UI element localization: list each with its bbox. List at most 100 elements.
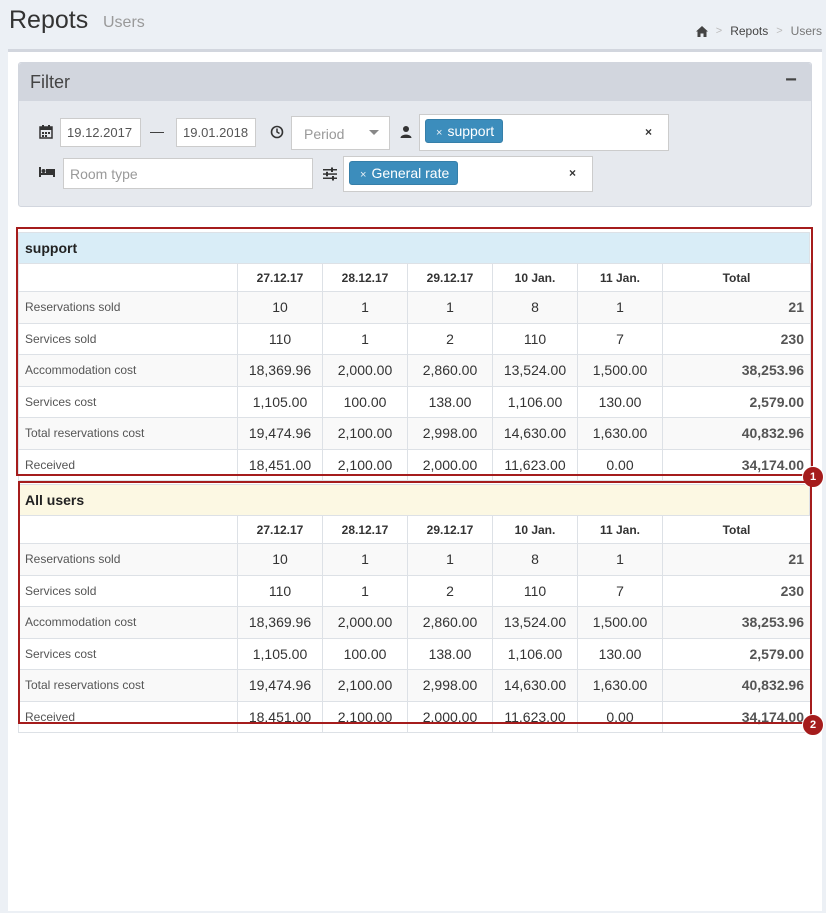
column-header: 11 Jan.	[577, 515, 663, 544]
table-cell: 100.00	[322, 385, 408, 418]
collapse-button[interactable]: −	[783, 70, 799, 90]
table-row: Services cost 1,105.00 100.00 138.00 1,106.0…	[18, 637, 811, 670]
table-row: Received 18,451.00 2,100.00 2,000.00 11,623.…	[18, 448, 811, 481]
total-cell: 38,253.96	[662, 354, 811, 387]
user-icon	[400, 126, 412, 138]
group-title: All users	[18, 484, 810, 515]
table-cell: 1	[577, 291, 663, 324]
table-row: Accommodation cost 18,369.96 2,000.00 2,860…	[18, 354, 811, 387]
row-label: Services sold	[18, 322, 238, 355]
date-range-separator: —	[150, 123, 164, 139]
filter-title: Filter	[30, 72, 70, 92]
report-group-support: support 27.12.17 28.12.17 29.12.17 10 Ja…	[18, 232, 811, 481]
calendar-icon	[39, 125, 53, 139]
breadcrumb-link-repots[interactable]: Repots	[730, 24, 768, 38]
table-cell: 1,500.00	[577, 606, 663, 639]
breadcrumb-current: Users	[790, 24, 822, 38]
column-header: 27.12.17	[237, 515, 323, 544]
tag-remove-button[interactable]: ×	[360, 169, 366, 181]
table-cell: 2,100.00	[322, 417, 408, 450]
column-header	[18, 263, 238, 292]
column-header: 10 Jan.	[492, 515, 578, 544]
table-cell: 1	[577, 543, 663, 576]
table-row: Accommodation cost 18,369.96 2,000.00 2,860…	[18, 606, 811, 639]
annotation-marker-1: 1	[802, 466, 824, 488]
table-cell: 2,100.00	[322, 700, 408, 733]
table-cell: 110	[237, 322, 323, 355]
table-cell: 2,100.00	[322, 669, 408, 702]
table-cell: 1,106.00	[492, 637, 578, 670]
table-header-row: 27.12.17 28.12.17 29.12.17 10 Jan. 11 Ja…	[18, 263, 811, 292]
column-header	[18, 515, 238, 544]
row-label: Received	[18, 700, 238, 733]
table-cell: 138.00	[407, 637, 493, 670]
table-cell: 2,000.00	[322, 354, 408, 387]
table-cell: 138.00	[407, 385, 493, 418]
annotation-marker-2: 2	[802, 714, 824, 736]
clear-users-button[interactable]: ×	[645, 125, 652, 139]
total-cell: 34,174.00	[662, 700, 811, 733]
date-to-input[interactable]: 19.01.2018	[176, 118, 256, 147]
table-cell: 10	[237, 291, 323, 324]
rate-tag-general: × General rate	[349, 161, 459, 185]
table-cell: 1,500.00	[577, 354, 663, 387]
home-icon[interactable]	[695, 25, 708, 37]
column-header: Total	[662, 263, 811, 292]
user-tag-support: × support	[425, 119, 504, 143]
table-cell: 130.00	[577, 637, 663, 670]
table-cell: 13,524.00	[492, 606, 578, 639]
row-label: Total reservations cost	[18, 669, 238, 702]
page-title: Repots	[9, 6, 89, 34]
table-header-row: 27.12.17 28.12.17 29.12.17 10 Jan. 11 Ja…	[18, 515, 811, 544]
table-cell: 1,630.00	[577, 669, 663, 702]
table-cell: 18,451.00	[237, 448, 323, 481]
table-cell: 0.00	[577, 448, 663, 481]
table-cell: 2,000.00	[407, 700, 493, 733]
table-cell: 14,630.00	[492, 417, 578, 450]
table-cell: 18,369.96	[237, 606, 323, 639]
table-cell: 0.00	[577, 700, 663, 733]
period-select[interactable]: Period	[291, 116, 390, 150]
breadcrumb-separator: >	[776, 25, 783, 37]
table-cell: 1	[322, 291, 408, 324]
sliders-icon	[323, 167, 337, 181]
row-label: Accommodation cost	[18, 606, 238, 639]
table-cell: 110	[237, 574, 323, 607]
table-row: Received 18,451.00 2,100.00 2,000.00 11,623.…	[18, 700, 811, 733]
total-cell: 2,579.00	[662, 637, 811, 670]
table-cell: 2,998.00	[407, 669, 493, 702]
table-cell: 7	[577, 322, 663, 355]
table-cell: 8	[492, 291, 578, 324]
user-tag-label: support	[447, 123, 495, 139]
table-cell: 2	[407, 574, 493, 607]
table-cell: 8	[492, 543, 578, 576]
total-cell: 34,174.00	[662, 448, 811, 481]
tag-remove-button[interactable]: ×	[436, 127, 442, 139]
clear-rates-button[interactable]: ×	[569, 166, 576, 180]
chevron-down-icon	[369, 130, 379, 135]
table-cell: 1	[322, 543, 408, 576]
table-cell: 11,623.00	[492, 448, 578, 481]
table-cell: 18,369.96	[237, 354, 323, 387]
table-cell: 1	[407, 291, 493, 324]
date-from-input[interactable]: 19.12.2017	[60, 118, 141, 147]
table-cell: 110	[492, 322, 578, 355]
table-cell: 2,998.00	[407, 417, 493, 450]
table-row: Total reservations cost 19,474.96 2,100.00…	[18, 669, 811, 702]
page-subtitle: Users	[103, 14, 145, 31]
total-cell: 230	[662, 322, 811, 355]
table-row: Services sold 110 1 2 110 7 230	[18, 322, 811, 355]
room-type-input[interactable]: Room type	[63, 158, 313, 189]
page-header: Repots Users > Repots > Users	[0, 0, 826, 48]
table-cell: 2	[407, 322, 493, 355]
table-cell: 14,630.00	[492, 669, 578, 702]
table-cell: 1,106.00	[492, 385, 578, 418]
table-cell: 1	[407, 543, 493, 576]
report-table: 27.12.17 28.12.17 29.12.17 10 Jan. 11 Ja…	[18, 263, 811, 481]
table-cell: 1,105.00	[237, 637, 323, 670]
table-cell: 19,474.96	[237, 417, 323, 450]
table-cell: 18,451.00	[237, 700, 323, 733]
row-label: Reservations sold	[18, 291, 238, 324]
table-cell: 1,105.00	[237, 385, 323, 418]
clock-icon	[270, 125, 284, 139]
